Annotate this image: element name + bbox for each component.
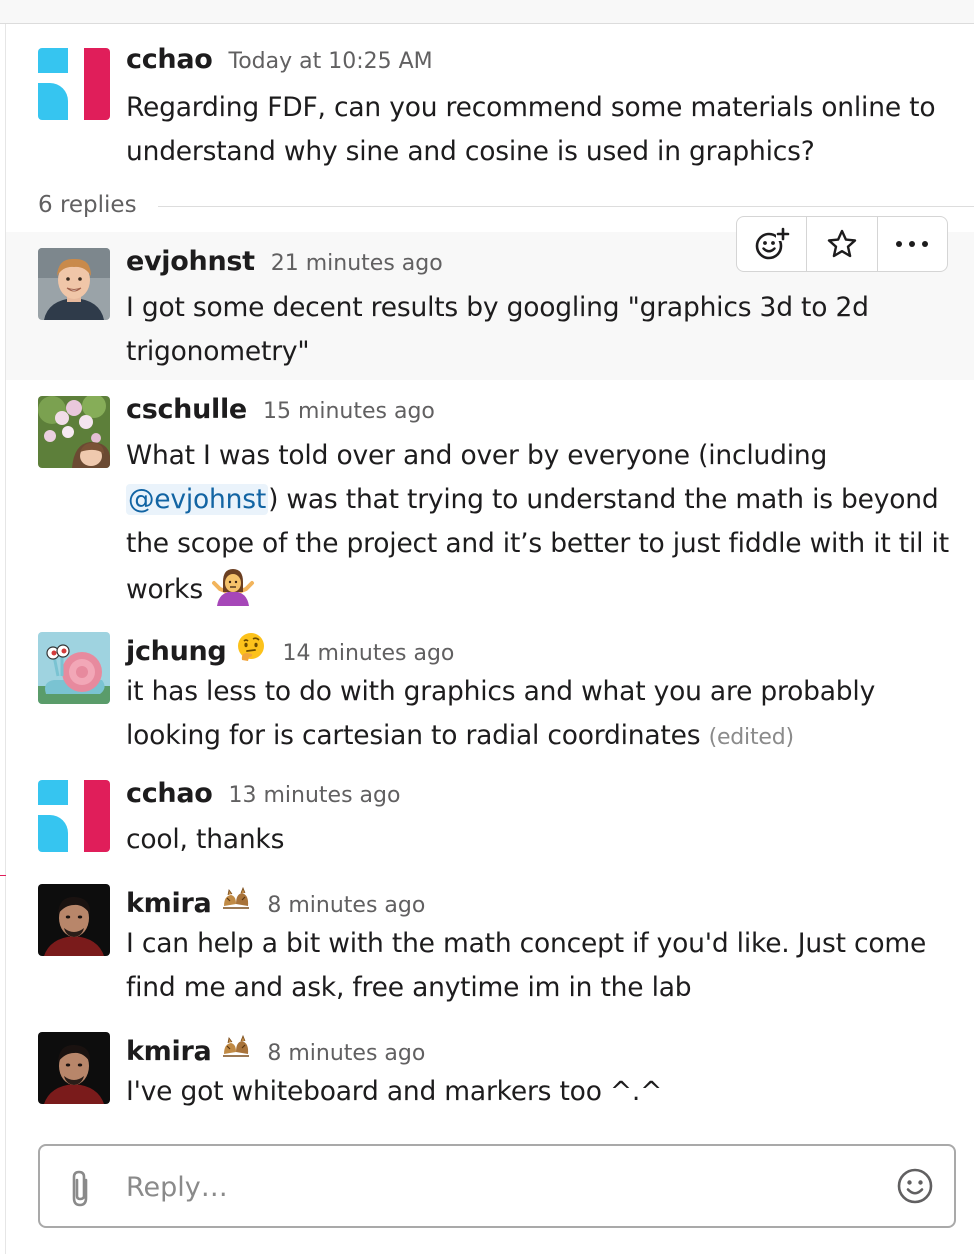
thread-reply[interactable]: cchao 13 minutes ago cool, thanks	[6, 764, 974, 868]
thread-reply[interactable]: kmira 8 minutes ago I've got whiteboard …	[6, 1016, 974, 1120]
avatar-kmira[interactable]	[38, 884, 110, 956]
thread-view: cchao Today at 10:25 AM Regarding FDF, c…	[0, 0, 974, 1254]
user-mention[interactable]: @evjohnst	[126, 484, 269, 515]
avatar-jchung[interactable]	[38, 632, 110, 704]
message-text: I got some decent results by googling "g…	[126, 292, 869, 367]
more-actions-button[interactable]	[878, 217, 947, 271]
timestamp[interactable]: Today at 10:25 AM	[229, 49, 433, 74]
emoji-picker-button[interactable]	[896, 1167, 934, 1209]
avatar-evjohnst[interactable]	[38, 248, 110, 320]
thread-reply[interactable]: jchung 14 minutes ago it has less to do …	[6, 616, 974, 764]
star-button[interactable]	[807, 217, 878, 271]
author-name[interactable]: cschulle	[126, 394, 247, 425]
timestamp[interactable]: 14 minutes ago	[282, 641, 454, 666]
edited-label: (edited)	[708, 725, 795, 750]
emoji-icon	[897, 1168, 933, 1204]
timestamp[interactable]: 13 minutes ago	[229, 783, 401, 808]
author-name[interactable]: jchung	[126, 636, 227, 667]
timestamp[interactable]: 15 minutes ago	[263, 399, 435, 424]
avatar-cchao[interactable]	[38, 48, 110, 120]
message-text: Regarding FDF, can you recommend some ma…	[126, 92, 936, 167]
fighting-cats-icon[interactable]	[221, 1032, 251, 1062]
avatar-kmira[interactable]	[38, 1032, 110, 1104]
message-text: cool, thanks	[126, 824, 285, 855]
reply-input[interactable]	[126, 1164, 866, 1210]
star-icon	[827, 229, 857, 258]
message-text: I've got whiteboard and markers too ^.^	[126, 1076, 663, 1107]
person-shrugging-icon[interactable]	[211, 566, 255, 606]
author-name[interactable]: cchao	[126, 778, 213, 809]
add-reaction-icon	[755, 227, 791, 260]
timestamp[interactable]: 21 minutes ago	[271, 251, 443, 276]
message-actions-toolbar	[736, 216, 948, 272]
paperclip-icon	[72, 1170, 88, 1207]
avatar-cschulle[interactable]	[38, 396, 110, 468]
attach-file-button[interactable]	[64, 1168, 98, 1212]
thread-reply[interactable]: cschulle 15 minutes ago What I was told …	[6, 380, 974, 616]
replies-divider	[158, 206, 974, 207]
fighting-cats-icon[interactable]	[221, 884, 251, 914]
author-name[interactable]: cchao	[126, 44, 213, 75]
more-actions-icon	[896, 241, 929, 247]
thread-reply[interactable]: kmira 8 minutes ago I can help a bit wit…	[6, 868, 974, 1016]
timestamp[interactable]: 8 minutes ago	[267, 1041, 425, 1066]
thinking-face-icon[interactable]	[236, 632, 266, 662]
author-name[interactable]: kmira	[126, 1036, 212, 1067]
message-text: I can help a bit with the math concept i…	[126, 928, 927, 1003]
parent-message[interactable]: cchao Today at 10:25 AM Regarding FDF, c…	[6, 24, 974, 186]
reply-composer	[38, 1144, 956, 1228]
message-text: What I was told over and over by everyon…	[126, 434, 956, 612]
avatar-cchao[interactable]	[38, 780, 110, 852]
reply-count: 6 replies	[38, 192, 137, 218]
add-reaction-button[interactable]	[737, 217, 808, 271]
timestamp[interactable]: 8 minutes ago	[267, 893, 425, 918]
author-name[interactable]: evjohnst	[126, 246, 255, 277]
top-bar	[0, 0, 974, 24]
message-text: it has less to do with graphics and what…	[126, 670, 956, 760]
message-text-start: What I was told over and over by everyon…	[126, 440, 828, 471]
author-name[interactable]: kmira	[126, 888, 212, 919]
